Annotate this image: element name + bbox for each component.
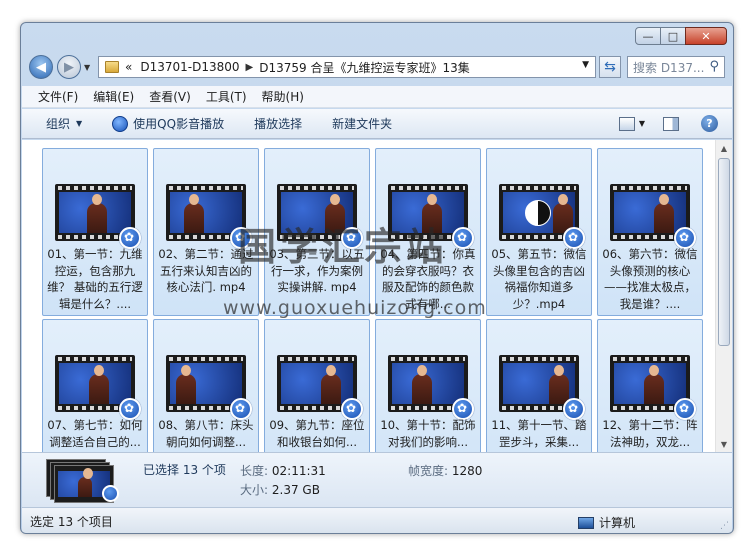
file-item[interactable]: 12、第十二节：阵法神助，双龙... — [597, 319, 703, 452]
chevron-down-icon: ▼ — [76, 119, 83, 128]
file-name: 06、第六节：微信头像预测的核心——找准太极点，我是谁？.... — [602, 247, 698, 311]
breadcrumb-separator-icon[interactable]: ▶ — [246, 62, 254, 73]
file-item[interactable]: 07、第七节：如何调整适合自己的... — [42, 319, 148, 452]
file-item[interactable]: 11、第十一节、踏罡步斗，采集... — [486, 319, 592, 452]
toolbar-right: ▼ ? — [618, 115, 718, 132]
back-arrow-icon: ◀ — [36, 59, 46, 75]
search-placeholder: 搜索 D137... — [633, 60, 705, 75]
file-name: 10、第十节：配饰对我们的影响... — [380, 418, 476, 449]
address-row: ◀ ▶ ▼ « D13701-D13800 ▶ D13759 合呈《九维控运专家… — [29, 54, 725, 80]
address-overflow[interactable]: « — [125, 60, 132, 74]
menu-view[interactable]: 查看(V) — [149, 88, 191, 105]
file-name: 01、第一节：九维控运，包含那九维？ 基础的五行逻辑是什么？.... — [47, 247, 143, 311]
preview-pane-icon[interactable] — [663, 116, 679, 131]
size-label: 大小: — [240, 483, 269, 497]
scrollbar-thumb[interactable] — [718, 158, 730, 346]
search-input[interactable]: 搜索 D137... ⚲ — [627, 56, 725, 78]
file-name: 07、第七节：如何调整适合自己的... — [47, 418, 143, 449]
frame-width-label: 帧宽度: — [408, 464, 449, 478]
file-item[interactable]: 05、第五节：微信头像里包含的吉凶祸福你知道多少？.mp4 — [486, 148, 592, 316]
status-bar: 选定 13 个项目 计算机 ⋰ — [22, 507, 732, 533]
organize-button[interactable]: 组织 ▼ — [46, 115, 82, 132]
help-icon[interactable]: ? — [701, 115, 718, 132]
menu-file[interactable]: 文件(F) — [38, 88, 78, 105]
new-folder-label: 新建文件夹 — [332, 117, 393, 131]
file-name: 08、第八节：床头朝向如何调整... — [158, 418, 254, 449]
close-button[interactable]: ✕ — [685, 27, 727, 45]
explorer-window: — □ ✕ ◀ ▶ ▼ « D13701-D13800 ▶ D13759 合呈《… — [20, 22, 734, 534]
file-item[interactable]: 08、第八节：床头朝向如何调整... — [153, 319, 259, 452]
qq-player-icon — [102, 485, 119, 502]
scroll-up-icon[interactable]: ▲ — [716, 140, 732, 156]
file-item[interactable]: 01、第一节：九维控运，包含那九维？ 基础的五行逻辑是什么？.... — [42, 148, 148, 316]
back-button[interactable]: ◀ — [29, 55, 53, 79]
address-bar[interactable]: « D13701-D13800 ▶ D13759 合呈《九维控运专家班》13集 … — [98, 56, 596, 78]
forward-arrow-icon: ▶ — [64, 59, 74, 75]
resize-grip-icon[interactable]: ⋰ — [720, 521, 729, 531]
refresh-button[interactable]: ⇆ — [599, 56, 621, 78]
play-selection-label: 播放选择 — [254, 117, 303, 131]
breadcrumb-1[interactable]: D13701-D13800 — [140, 60, 239, 74]
play-with-qq-label: 使用QQ影音播放 — [133, 117, 225, 131]
frame-width-value: 1280 — [451, 464, 483, 478]
forward-button[interactable]: ▶ — [57, 55, 81, 79]
breadcrumb-2[interactable]: D13759 合呈《九维控运专家班》13集 — [259, 59, 470, 76]
minimize-button[interactable]: — — [635, 27, 661, 45]
vertical-scrollbar[interactable]: ▲ ▼ — [715, 140, 732, 452]
search-icon[interactable]: ⚲ — [709, 59, 719, 74]
length-label: 长度: — [240, 464, 269, 478]
length-field: 长度: 02:11:31 — [240, 462, 326, 479]
yin-yang-icon — [525, 200, 551, 226]
caption-buttons: — □ ✕ — [635, 27, 727, 45]
play-with-qq-button[interactable]: 使用QQ影音播放 — [112, 115, 224, 132]
view-options-chevron-icon[interactable]: ▼ — [639, 119, 645, 128]
file-name: 05、第五节：微信头像里包含的吉凶祸福你知道多少？.mp4 — [491, 247, 587, 311]
status-zone-label: 计算机 — [599, 516, 636, 530]
file-list: 01、第一节：九维控运，包含那九维？ 基础的五行逻辑是什么？.... 02、第二… — [22, 140, 732, 452]
file-item[interactable]: 06、第六节：微信头像预测的核心——找准太极点，我是谁？.... — [597, 148, 703, 316]
address-dropdown-icon[interactable]: ▼ — [582, 60, 589, 70]
menu-bar: 文件(F) 编辑(E) 查看(V) 工具(T) 帮助(H) — [22, 86, 732, 108]
qq-player-icon — [112, 115, 129, 132]
folder-icon — [105, 61, 119, 73]
selection-count: 已选择 13 个项 — [143, 463, 226, 477]
size-value: 2.37 GB — [271, 483, 320, 497]
change-view-icon[interactable] — [618, 116, 635, 131]
recent-pages-dropdown[interactable]: ▼ — [84, 63, 94, 72]
status-selection-text: 选定 13 个项目 — [30, 514, 113, 529]
menu-help[interactable]: 帮助(H) — [262, 88, 304, 105]
file-item[interactable]: 09、第九节：座位和收银台如何... — [264, 319, 370, 452]
menu-edit[interactable]: 编辑(E) — [93, 88, 134, 105]
computer-icon — [578, 516, 594, 529]
scroll-down-icon[interactable]: ▼ — [716, 436, 732, 452]
menu-tools[interactable]: 工具(T) — [206, 88, 247, 105]
refresh-icon: ⇆ — [604, 59, 616, 75]
maximize-button[interactable]: □ — [660, 27, 686, 45]
file-name: 12、第十二节：阵法神助，双龙... — [602, 418, 698, 449]
play-selection-button[interactable]: 播放选择 — [254, 115, 302, 132]
organize-label: 组织 — [46, 117, 71, 131]
file-item[interactable]: 10、第十节：配饰对我们的影响... — [375, 319, 481, 452]
file-name: 09、第九节：座位和收银台如何... — [269, 418, 365, 449]
file-name: 11、第十一节、踏罡步斗，采集... — [491, 418, 587, 449]
status-zone: 计算机 — [578, 514, 635, 531]
size-field: 大小: 2.37 GB — [240, 481, 320, 498]
length-value: 02:11:31 — [271, 464, 326, 478]
new-folder-button[interactable]: 新建文件夹 — [332, 115, 392, 132]
watermark-text: 国学汇宗站 — [238, 224, 449, 269]
details-pane: 已选择 13 个项 长度: 02:11:31 大小: 2.37 GB 帧宽度: … — [22, 452, 732, 507]
frame-width-field: 帧宽度: 1280 — [408, 462, 482, 479]
selection-thumbnail-stack — [46, 459, 120, 503]
watermark-url: www.guoxuehuizong.com — [223, 297, 487, 319]
command-bar: 组织 ▼ 使用QQ影音播放 播放选择 新建文件夹 ▼ ? — [22, 109, 732, 139]
